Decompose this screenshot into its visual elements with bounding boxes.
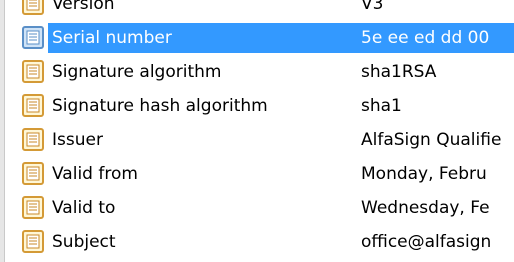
list-item-issuer[interactable]: Issuer AlfaSign Qualifie: [0, 124, 514, 158]
field-value: sha1RSA: [361, 62, 437, 82]
field-value: sha1: [361, 96, 402, 116]
certificate-field-icon: [22, 26, 45, 50]
field-value: office@alfasign: [361, 232, 492, 252]
details-rows: Version V3 Serial number 5e ee ed dd 00 …: [0, 0, 514, 260]
list-item-serial-number[interactable]: Serial number 5e ee ed dd 00: [0, 22, 514, 56]
list-item-signature-algorithm[interactable]: Signature algorithm sha1RSA: [0, 56, 514, 90]
certificate-field-icon: [22, 0, 45, 16]
list-item-subject[interactable]: Subject office@alfasign: [0, 226, 514, 260]
field-name: Signature algorithm: [52, 62, 222, 82]
certificate-field-icon: [22, 230, 45, 254]
field-value: V3: [361, 0, 384, 14]
certificate-field-icon: [22, 162, 45, 186]
certificate-field-icon: [22, 94, 45, 118]
field-value: AlfaSign Qualifie: [361, 130, 502, 150]
list-item-valid-from[interactable]: Valid from Monday, Febru: [0, 158, 514, 192]
certificate-field-icon: [22, 60, 45, 84]
list-item-signature-hash-algorithm[interactable]: Signature hash algorithm sha1: [0, 90, 514, 124]
field-value: 5e ee ed dd 00: [361, 28, 490, 48]
certificate-field-icon: [22, 196, 45, 220]
list-item-version[interactable]: Version V3: [0, 0, 514, 22]
field-value: Monday, Febru: [361, 164, 487, 184]
field-name: Valid from: [52, 164, 138, 184]
certificate-details-list: Version V3 Serial number 5e ee ed dd 00 …: [0, 0, 514, 262]
field-name: Signature hash algorithm: [52, 96, 268, 116]
field-name: Version: [52, 0, 115, 14]
field-name: Issuer: [52, 130, 103, 150]
field-name: Valid to: [52, 198, 116, 218]
list-item-valid-to[interactable]: Valid to Wednesday, Fe: [0, 192, 514, 226]
field-name: Serial number: [52, 28, 172, 48]
certificate-field-icon: [22, 128, 45, 152]
field-value: Wednesday, Fe: [361, 198, 490, 218]
field-name: Subject: [52, 232, 116, 252]
